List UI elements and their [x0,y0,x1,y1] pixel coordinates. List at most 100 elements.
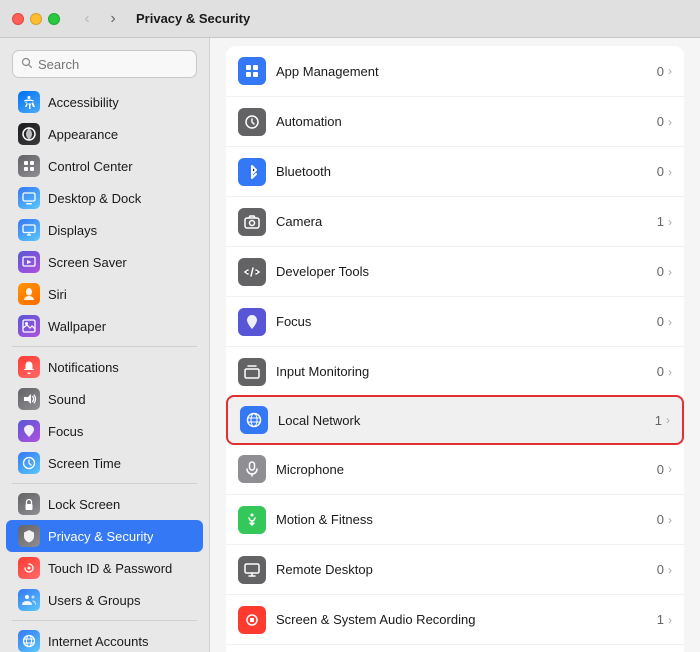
sidebar-items-list: Accessibility Appearance Control Center Des… [0,86,209,652]
content-item-camera[interactable]: Camera1 › [226,196,684,246]
sidebar-item-desktop-dock[interactable]: Desktop & Dock [6,182,203,214]
content-chevron-local-network: › [666,413,670,427]
sidebar-item-users-groups[interactable]: Users & Groups [6,584,203,616]
sidebar-icon-focus [18,420,40,442]
content-label-screen-audio-recording: Screen & System Audio Recording [276,612,657,627]
sidebar-icon-desktop-dock [18,187,40,209]
content-count-local-network: 1 [655,413,662,428]
close-button[interactable] [12,13,24,25]
content-chevron-remote-desktop: › [668,563,672,577]
search-box[interactable] [12,50,197,78]
content-item-local-network[interactable]: Local Network1 › [226,395,684,445]
sidebar-item-wallpaper[interactable]: Wallpaper [6,310,203,342]
content-chevron-automation: › [668,115,672,129]
sidebar-label-control-center: Control Center [48,159,133,174]
content-count-automation: 0 [657,114,664,129]
content-chevron-camera: › [668,215,672,229]
sidebar-icon-screen-time [18,452,40,474]
sidebar-icon-displays [18,219,40,241]
content-icon-developer-tools [238,258,266,286]
sidebar-icon-appearance [18,123,40,145]
content-item-screen-audio-recording[interactable]: Screen & System Audio Recording1› [226,594,684,644]
sidebar-label-internet-accounts: Internet Accounts [48,634,148,649]
content-label-developer-tools: Developer Tools [276,264,657,279]
main-layout: Accessibility Appearance Control Center Des… [0,38,700,652]
content-count-bluetooth: 0 [657,164,664,179]
sidebar-icon-touch-id [18,557,40,579]
content-list: App Management0›Automation0›Bluetooth0›C… [210,38,700,652]
sidebar-icon-privacy-security [18,525,40,547]
sidebar-item-screen-time[interactable]: Screen Time [6,447,203,479]
sidebar-label-screen-time: Screen Time [48,456,121,471]
titlebar: ‹ › Privacy & Security [0,0,700,38]
sidebar-icon-notifications [18,356,40,378]
content-label-local-network: Local Network [278,413,655,428]
content-count-app-management: 0 [657,64,664,79]
sidebar-item-displays[interactable]: Displays [6,214,203,246]
content-chevron-focus: › [668,315,672,329]
sidebar-icon-users-groups [18,589,40,611]
sidebar-item-lock-screen[interactable]: Lock Screen [6,488,203,520]
sidebar-item-screen-saver[interactable]: Screen Saver [6,246,203,278]
content-count-camera: 1 [657,214,664,229]
minimize-button[interactable] [30,13,42,25]
sidebar: Accessibility Appearance Control Center Des… [0,38,210,652]
content-label-app-management: App Management [276,64,657,79]
content-label-focus: Focus [276,314,657,329]
search-icon [21,57,33,72]
content-item-bluetooth[interactable]: Bluetooth0› [226,146,684,196]
content-item-input-monitoring[interactable]: Input Monitoring0› [226,346,684,396]
content-item-microphone[interactable]: Microphone0 › [226,444,684,494]
content-icon-screen-audio-recording [238,606,266,634]
sidebar-item-control-center[interactable]: Control Center [6,150,203,182]
content-icon-app-management [238,57,266,85]
sidebar-item-sound[interactable]: Sound [6,383,203,415]
sidebar-icon-internet-accounts [18,630,40,652]
content-label-microphone: Microphone [276,462,657,477]
sidebar-icon-control-center [18,155,40,177]
nav-controls: ‹ › [76,8,124,30]
sidebar-label-appearance: Appearance [48,127,118,142]
content-icon-focus [238,308,266,336]
sidebar-label-screen-saver: Screen Saver [48,255,127,270]
content-chevron-app-management: › [668,64,672,78]
content-chevron-microphone: › [668,462,672,476]
content-count-microphone: 0 [657,462,664,477]
sidebar-label-users-groups: Users & Groups [48,593,140,608]
sidebar-icon-sound [18,388,40,410]
content-count-screen-audio-recording: 1 [657,612,664,627]
sidebar-icon-siri [18,283,40,305]
content-item-automation[interactable]: Automation0› [226,96,684,146]
sidebar-label-sound: Sound [48,392,86,407]
content-icon-motion-fitness [238,506,266,534]
search-input[interactable] [38,57,188,72]
sidebar-item-notifications[interactable]: Notifications [6,351,203,383]
forward-button[interactable]: › [102,8,124,30]
sidebar-icon-screen-saver [18,251,40,273]
content-count-remote-desktop: 0 [657,562,664,577]
sidebar-label-touch-id: Touch ID & Password [48,561,172,576]
back-button[interactable]: ‹ [76,8,98,30]
sidebar-icon-lock-screen [18,493,40,515]
content-item-speech-recognition[interactable]: Speech Recognition0› [226,644,684,652]
sidebar-item-focus[interactable]: Focus [6,415,203,447]
maximize-button[interactable] [48,13,60,25]
content-item-developer-tools[interactable]: Developer Tools0› [226,246,684,296]
sidebar-item-internet-accounts[interactable]: Internet Accounts [6,625,203,652]
content-item-app-management[interactable]: App Management0 › [226,46,684,96]
sidebar-item-appearance[interactable]: Appearance [6,118,203,150]
content-label-camera: Camera [276,214,657,229]
content-count-developer-tools: 0 [657,264,664,279]
content-item-remote-desktop[interactable]: Remote Desktop0 › [226,544,684,594]
sidebar-label-wallpaper: Wallpaper [48,319,106,334]
sidebar-item-siri[interactable]: Siri [6,278,203,310]
content-icon-automation [238,108,266,136]
content-item-motion-fitness[interactable]: Motion & Fitness0› [226,494,684,544]
sidebar-item-privacy-security[interactable]: Privacy & Security [6,520,203,552]
sidebar-label-displays: Displays [48,223,97,238]
content-item-focus[interactable]: Focus0› [226,296,684,346]
sidebar-item-touch-id[interactable]: Touch ID & Password [6,552,203,584]
content-label-remote-desktop: Remote Desktop [276,562,657,577]
sidebar-item-accessibility[interactable]: Accessibility [6,86,203,118]
content-area: App Management0›Automation0›Bluetooth0›C… [210,38,700,652]
